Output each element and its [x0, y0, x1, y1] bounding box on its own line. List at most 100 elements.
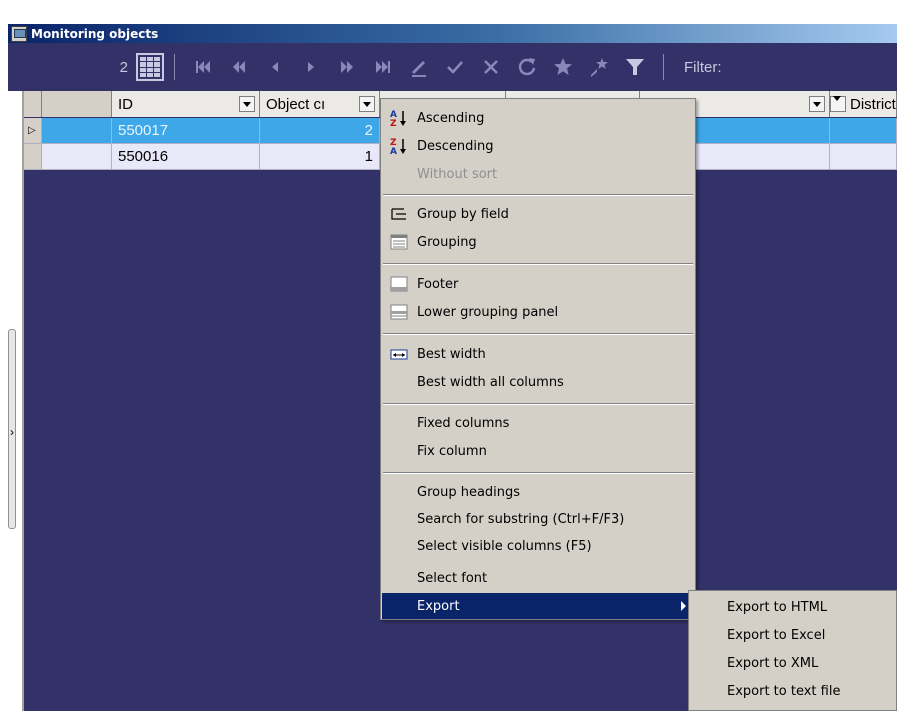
column-header-label: ID: [118, 95, 133, 113]
menu-item-export-excel[interactable]: Export to Excel: [690, 621, 895, 649]
group-by-field-icon: [391, 208, 406, 220]
menu-item-export-html[interactable]: Export to HTML: [690, 593, 895, 621]
menu-item-label: Export to XML: [727, 655, 819, 671]
bookmark-icon[interactable]: [545, 47, 581, 87]
column-header-label: Object cı: [266, 95, 326, 113]
row-number-cell[interactable]: [42, 144, 112, 170]
menu-item-group-headings[interactable]: Group headings: [382, 479, 694, 505]
toolbar-separator: [174, 54, 175, 80]
title-bar[interactable]: Monitoring objects: [8, 24, 897, 43]
column-dropdown-icon[interactable]: [830, 96, 846, 112]
menu-item-descending[interactable]: ZA Descending: [382, 133, 694, 159]
prior-record-icon[interactable]: [257, 47, 293, 87]
window-app-icon[interactable]: [11, 25, 27, 42]
menu-item-best-width[interactable]: Best width: [382, 341, 694, 367]
object-count-cell[interactable]: 2: [260, 118, 380, 144]
menu-item-ascending[interactable]: AZ Ascending: [382, 105, 694, 131]
menu-item-label: Best width: [417, 346, 486, 362]
filter-icon[interactable]: [617, 47, 653, 87]
last-record-icon[interactable]: [365, 47, 401, 87]
column-header-id[interactable]: ID: [112, 91, 260, 117]
column-header-object-count[interactable]: Object cı: [260, 91, 380, 117]
best-width-icon: [390, 349, 408, 360]
menu-separator: [383, 263, 693, 265]
lower-grouping-panel-icon: [390, 304, 408, 320]
column-header-label: District: [850, 95, 896, 113]
menu-item-select-font[interactable]: Select font: [382, 565, 694, 591]
column-dropdown-icon[interactable]: [809, 96, 825, 112]
menu-item-label: Select font: [417, 570, 488, 586]
id-cell[interactable]: 550017: [112, 118, 260, 144]
window-title: Monitoring objects: [31, 26, 159, 41]
menu-item-search-substring[interactable]: Search for substring (Ctrl+F/F3): [382, 506, 694, 532]
svg-text:A: A: [390, 147, 397, 155]
navigator-toolbar: 2 Filter:: [8, 43, 897, 91]
column-context-menu: AZ Ascending ZA Descending Without sort …: [380, 98, 696, 620]
menu-item-export-text[interactable]: Export to text file: [690, 677, 895, 705]
menu-item-grouping[interactable]: Grouping: [382, 229, 694, 255]
menu-separator: [383, 194, 693, 196]
menu-item-select-visible-columns[interactable]: Select visible columns (F5): [382, 533, 694, 559]
menu-item-fixed-columns[interactable]: Fixed columns: [382, 410, 694, 436]
filter-label: Filter:: [684, 58, 722, 76]
post-icon[interactable]: [437, 47, 473, 87]
sort-ascending-icon: AZ: [390, 110, 406, 127]
sort-descending-icon: ZA: [390, 138, 406, 155]
grid-settings-icon[interactable]: [136, 53, 164, 81]
menu-item-without-sort[interactable]: Without sort: [382, 161, 694, 187]
monitoring-objects-window: Monitoring objects 2 Filter: › ID Object…: [0, 0, 897, 711]
indicator-header: [24, 91, 42, 117]
district-cell[interactable]: [830, 118, 897, 144]
menu-item-label: Select visible columns (F5): [417, 538, 592, 554]
object-count-cell[interactable]: 1: [260, 144, 380, 170]
menu-item-export-xml[interactable]: Export to XML: [690, 649, 895, 677]
menu-separator: [383, 333, 693, 335]
menu-item-fix-column[interactable]: Fix column: [382, 438, 694, 464]
menu-item-label: Export to text file: [727, 683, 841, 699]
menu-item-label: Group by field: [417, 206, 509, 222]
menu-item-label: Search for substring (Ctrl+F/F3): [417, 511, 625, 527]
menu-item-label: Export to HTML: [727, 599, 828, 615]
row-indicator-icon: ▷: [24, 118, 42, 144]
cancel-icon[interactable]: [473, 47, 509, 87]
menu-item-label: Best width all columns: [417, 374, 564, 390]
menu-item-best-width-all-columns[interactable]: Best width all columns: [382, 369, 694, 395]
menu-item-group-by-field[interactable]: Group by field: [382, 201, 694, 227]
menu-item-label: Fixed columns: [417, 415, 510, 431]
row-number-header: [42, 91, 112, 117]
grouping-icon: [390, 234, 408, 250]
row-number-cell[interactable]: [42, 118, 112, 144]
record-count: 2: [119, 58, 128, 76]
menu-item-footer[interactable]: Footer: [382, 271, 694, 297]
edit-icon[interactable]: [401, 47, 437, 87]
menu-separator: [383, 472, 693, 474]
row-indicator: [24, 144, 42, 170]
submenu-arrow-icon: [681, 601, 686, 611]
svg-text:Z: Z: [390, 119, 397, 127]
menu-item-label: Export to Excel: [727, 627, 826, 643]
column-header-district[interactable]: District: [830, 91, 897, 117]
menu-item-label: Grouping: [417, 234, 477, 250]
menu-item-label: Lower grouping panel: [417, 304, 559, 320]
menu-item-label: Without sort: [417, 166, 498, 182]
menu-item-label: Fix column: [417, 443, 487, 459]
menu-item-export[interactable]: Export: [382, 593, 694, 619]
menu-item-label: Export: [417, 598, 460, 614]
id-cell[interactable]: 550016: [112, 144, 260, 170]
expand-panel-icon[interactable]: ›: [10, 425, 14, 439]
export-submenu: Export to HTML Export to Excel Export to…: [688, 590, 897, 711]
prior-page-icon[interactable]: [221, 47, 257, 87]
goto-bookmark-icon[interactable]: [581, 47, 617, 87]
menu-item-label: Ascending: [417, 110, 485, 126]
next-record-icon[interactable]: [293, 47, 329, 87]
menu-item-label: Descending: [417, 138, 494, 154]
column-dropdown-icon[interactable]: [239, 96, 255, 112]
column-dropdown-icon[interactable]: [359, 96, 375, 112]
footer-icon: [390, 276, 408, 292]
menu-item-lower-grouping-panel[interactable]: Lower grouping panel: [382, 299, 694, 325]
refresh-icon[interactable]: [509, 47, 545, 87]
first-record-icon[interactable]: [185, 47, 221, 87]
menu-separator: [383, 403, 693, 405]
district-cell[interactable]: [830, 144, 897, 170]
next-page-icon[interactable]: [329, 47, 365, 87]
